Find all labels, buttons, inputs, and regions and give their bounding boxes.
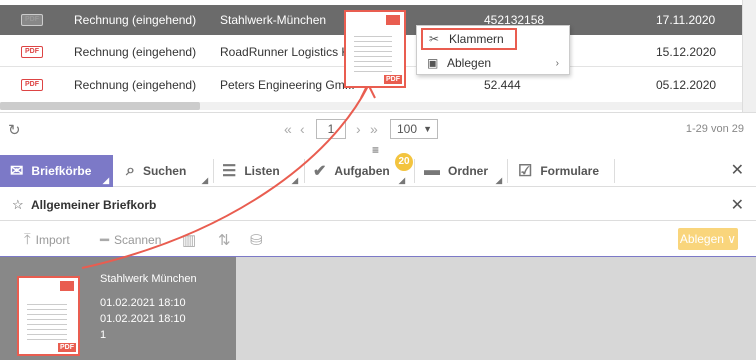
tab-divider xyxy=(614,159,615,183)
pager: ↻ « ‹ 1 › » 100 ▼ 1-29 von 29 xyxy=(0,112,756,144)
logo-icon xyxy=(60,281,74,291)
pdf-icon: PDF xyxy=(21,14,43,26)
paperclip-icon: ✂ xyxy=(429,32,440,46)
page-size-value: 100 xyxy=(397,122,418,136)
sort-button[interactable]: ⇅ xyxy=(218,231,236,249)
inbox-toolbar: ⤒ Import ━ Scannen ▥ ⇅ ⛁ Ablegen ∨ xyxy=(0,222,756,256)
tab-listen[interactable]: ☰ Listen ◢ xyxy=(222,155,302,187)
import-icon: ⤒ xyxy=(24,231,31,248)
pdf-icon: PDF xyxy=(58,343,76,352)
next-page-icon[interactable]: › xyxy=(356,121,361,137)
horizontal-scrollbar-thumb[interactable] xyxy=(0,102,200,110)
page-size-select[interactable]: 100 ▼ xyxy=(390,119,438,139)
submenu-arrow-icon: › xyxy=(555,57,559,69)
pdf-icon: PDF xyxy=(21,78,43,91)
tab-label: Suchen xyxy=(142,164,187,178)
tab-divider xyxy=(507,159,508,183)
import-label: Import xyxy=(35,232,70,247)
inbox-icon: ✉ xyxy=(10,163,24,180)
doc-sender: Stahlwerk-München xyxy=(220,13,327,27)
star-icon[interactable]: ☆ xyxy=(12,197,24,213)
tab-divider xyxy=(304,159,305,183)
tab-label: Briefkörbe xyxy=(31,164,92,178)
prev-page-icon[interactable]: ‹ xyxy=(300,121,305,137)
clipboard-icon: ☑ xyxy=(518,163,533,180)
doc-number: 52.444 xyxy=(484,77,521,92)
menu-item-klammern[interactable]: ✂ Klammern xyxy=(421,28,517,50)
doc-sender: RoadRunner Logistics Ko xyxy=(220,45,357,59)
tab-bar: ✉ Briefkörbe ◢ ⌕ Suchen ◢ ☰ Listen ◢ ✔ A… xyxy=(0,153,756,187)
pdf-icon: PDF xyxy=(384,75,402,84)
ablegen-label: Ablegen xyxy=(679,232,724,246)
last-page-icon[interactable]: » xyxy=(370,121,378,137)
close-icon[interactable]: ✕ xyxy=(731,195,744,215)
card-sender: Stahlwerk München xyxy=(100,273,197,285)
tab-label: Ordner xyxy=(448,164,489,178)
checkmark-icon: ✔ xyxy=(313,163,327,180)
tab-label: Formulare xyxy=(540,164,600,178)
doc-type: Rechnung (eingehend) xyxy=(74,77,197,92)
first-page-icon[interactable]: « xyxy=(284,121,292,137)
pager-info: 1-29 von 29 xyxy=(685,123,744,135)
ablegen-button[interactable]: Ablegen ∨ xyxy=(678,228,738,250)
dropdown-corner-icon: ◢ xyxy=(398,176,405,185)
search-icon: ⌕ xyxy=(126,162,135,179)
doc-date: 15.12.2020 xyxy=(656,45,717,59)
doc-type: Rechnung (eingehend) xyxy=(74,13,197,27)
sort-icon: ⇅ xyxy=(218,232,231,249)
tasks-count-badge: 20 xyxy=(395,153,413,171)
tab-divider xyxy=(414,159,415,183)
split-view-icon: ▥ xyxy=(182,232,197,249)
doc-sender: Peters Engineering Gm... xyxy=(220,77,355,92)
import-button[interactable]: ⤒ Import xyxy=(24,231,70,248)
split-view-button[interactable]: ▥ xyxy=(182,231,201,249)
context-menu: ✂ Klammern ▣ Ablegen › xyxy=(416,25,570,75)
card-count: 1 xyxy=(100,329,107,341)
page-input[interactable]: 1 xyxy=(316,119,346,139)
card-date-2: 01.02.2021 18:10 xyxy=(100,313,186,325)
chevron-down-icon: ▼ xyxy=(423,124,432,134)
logo-icon xyxy=(386,15,400,25)
database-button[interactable]: ⛁ xyxy=(250,231,268,249)
tab-divider xyxy=(213,159,214,183)
tab-label: Listen xyxy=(244,164,280,178)
menu-item-label: Klammern xyxy=(449,32,504,46)
folder-icon: ▬ xyxy=(424,162,440,179)
doc-date: 05.12.2020 xyxy=(656,77,717,92)
menu-item-ablegen[interactable]: ▣ Ablegen › xyxy=(421,52,567,74)
doc-date: 17.11.2020 xyxy=(656,13,716,27)
document-thumbnail[interactable]: PDF xyxy=(17,276,80,356)
panel-header: ☆ Allgemeiner Briefkorb ✕ xyxy=(0,189,756,221)
dropdown-corner-icon: ◢ xyxy=(102,176,109,185)
close-icon[interactable]: ✕ xyxy=(731,160,744,180)
panel-title: Allgemeiner Briefkorb xyxy=(31,198,157,212)
tab-briefkoerbe[interactable]: ✉ Briefkörbe ◢ xyxy=(0,155,113,187)
pdf-icon: PDF xyxy=(21,46,43,58)
scanner-icon: ━ xyxy=(100,232,110,249)
menu-item-label: Ablegen xyxy=(447,56,492,70)
save-icon: ▣ xyxy=(427,56,439,70)
dragged-document-preview[interactable]: PDF xyxy=(344,10,406,88)
tab-label: Aufgaben xyxy=(334,164,390,178)
scan-label: Scannen xyxy=(114,233,162,247)
doc-type: Rechnung (eingehend) xyxy=(74,45,197,59)
vertical-scrollbar[interactable] xyxy=(742,0,756,112)
chevron-down-icon: ∨ xyxy=(727,232,737,246)
text-lines xyxy=(354,32,392,72)
dropdown-corner-icon: ◢ xyxy=(291,176,298,185)
list-icon: ☰ xyxy=(222,163,237,180)
dropdown-corner-icon: ◢ xyxy=(201,176,208,185)
dropdown-corner-icon: ◢ xyxy=(495,176,502,185)
refresh-icon[interactable]: ↻ xyxy=(8,121,21,139)
tab-suchen[interactable]: ⌕ Suchen ◢ xyxy=(126,155,212,187)
scan-button[interactable]: ━ Scannen xyxy=(100,231,161,249)
card-date-1: 01.02.2021 18:10 xyxy=(100,297,186,309)
database-icon: ⛁ xyxy=(250,232,263,249)
text-lines xyxy=(27,300,67,340)
tab-formulare[interactable]: ☑ Formulare xyxy=(518,155,614,187)
tab-ordner[interactable]: ▬ Ordner ◢ xyxy=(424,155,506,187)
